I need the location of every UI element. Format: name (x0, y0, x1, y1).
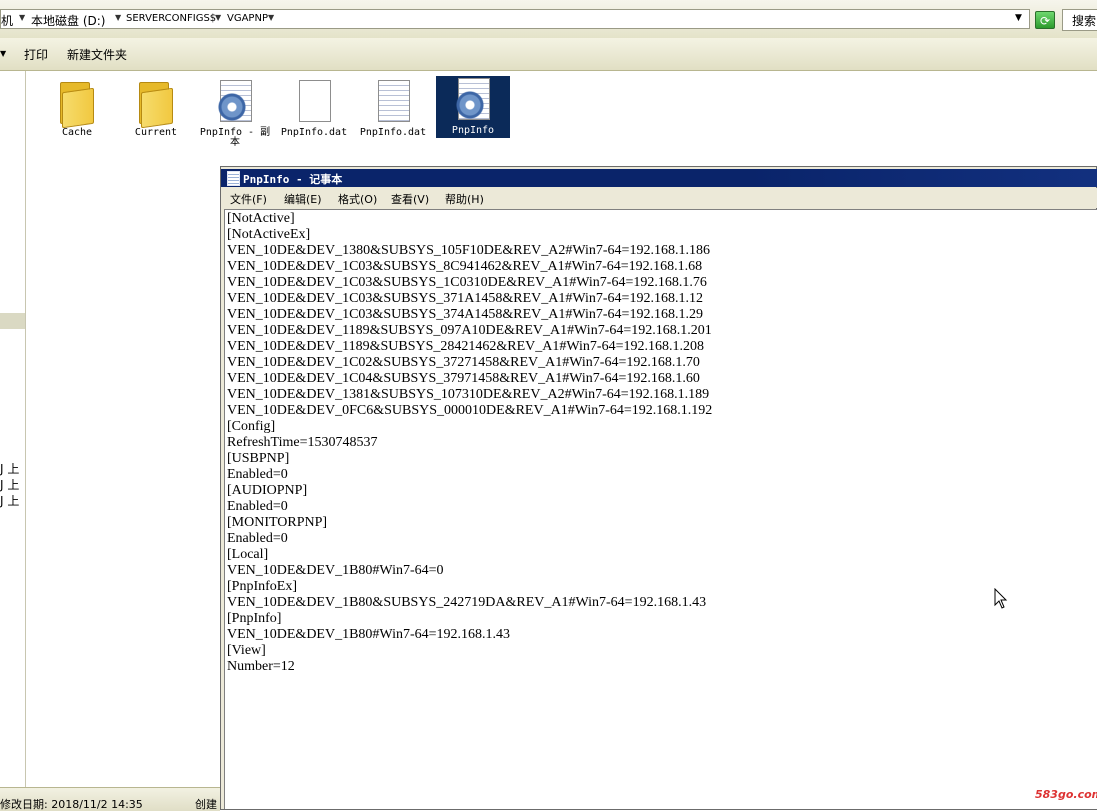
text-line: [NotActiveEx] (227, 227, 311, 242)
notepad-menubar: 文件(F) 编辑(E) 格式(O) 查看(V) 帮助(H) (221, 188, 1097, 208)
file-item-pnpinfo[interactable]: PnpInfo (436, 76, 510, 138)
text-line: [AUDIOPNP] (227, 483, 308, 498)
mouse-cursor-icon (994, 588, 1008, 609)
text-line: VEN_10DE&DEV_1B80#Win7-64=0 (227, 563, 444, 578)
text-line: [Local] (227, 547, 269, 562)
watermark: 583go.com (1035, 788, 1097, 801)
blank-file-icon (293, 78, 335, 126)
file-item-pnpinfo-dat-text[interactable]: PnpInfo.dat (356, 78, 430, 138)
navigation-pane[interactable]: J 上 J 上 J 上 (0, 71, 26, 787)
text-line: Enabled=0 (227, 467, 288, 482)
file-label: PnpInfo (451, 125, 495, 136)
breadcrumb-arrow-icon[interactable]: ▼ (268, 13, 274, 22)
nav-item-fragment[interactable]: J 上 (0, 460, 19, 477)
text-line: [PnpInfoEx] (227, 579, 297, 594)
menu-edit[interactable]: 编辑(E) (284, 191, 322, 207)
file-label: PnpInfo - 副本 (199, 127, 271, 148)
file-item-cache[interactable]: Cache (40, 78, 114, 138)
menu-help[interactable]: 帮助(H) (445, 191, 484, 207)
text-line: VEN_10DE&DEV_1189&SUBSYS_097A10DE&REV_A1… (227, 323, 712, 338)
status-bar: 修改日期: 2018/11/2 14:35 创建 (0, 787, 220, 811)
address-field[interactable]: 机 ▼ 本地磁盘 (D:) ▼ SERVERCONFIGS$ ▼ VGAPNP … (0, 9, 1030, 29)
text-line: [NotActive] (227, 211, 295, 226)
text-line: VEN_10DE&DEV_1C03&SUBSYS_371A1458&REV_A1… (227, 291, 703, 306)
file-item-current[interactable]: Current (119, 78, 193, 138)
text-line: VEN_10DE&DEV_1C04&SUBSYS_37971458&REV_A1… (227, 371, 700, 386)
text-line: [USBPNP] (227, 451, 290, 466)
text-line: RefreshTime=1530748537 (227, 435, 378, 450)
search-input[interactable]: 搜索 (1062, 9, 1097, 31)
text-line: VEN_10DE&DEV_1C03&SUBSYS_8C941462&REV_A1… (227, 259, 703, 274)
breadcrumb-arrow-icon[interactable]: ▼ (215, 13, 221, 22)
text-line: VEN_10DE&DEV_1C02&SUBSYS_37271458&REV_A1… (227, 355, 700, 370)
file-label: Cache (61, 127, 93, 138)
breadcrumb-serverconfigs[interactable]: SERVERCONFIGS$ (126, 13, 216, 24)
notepad-text-area[interactable]: [NotActive] [NotActiveEx] VEN_10DE&DEV_138… (224, 209, 1097, 809)
text-line: VEN_10DE&DEV_1C03&SUBSYS_374A1458&REV_A1… (227, 307, 703, 322)
breadcrumb-vgapnp[interactable]: VGAPNP (227, 13, 268, 24)
menu-file[interactable]: 文件(F) (230, 191, 267, 207)
menu-view[interactable]: 查看(V) (391, 191, 429, 207)
notepad-title: PnpInfo - 记事本 (243, 173, 343, 186)
file-item-pnpinfo-dat[interactable]: PnpInfo.dat (277, 78, 351, 138)
text-line: [Config] (227, 419, 276, 434)
breadcrumb-arrow-icon[interactable]: ▼ (19, 13, 25, 22)
breadcrumb-computer[interactable]: 机 (1, 12, 13, 29)
chevron-down-icon[interactable]: ▼ (0, 49, 6, 58)
text-line: [View] (227, 643, 266, 658)
new-folder-button[interactable]: 新建文件夹 (67, 46, 127, 63)
address-dropdown-icon[interactable]: ▼ (1015, 13, 1022, 23)
notepad-titlebar[interactable]: PnpInfo - 记事本 (221, 169, 1097, 187)
breadcrumb-arrow-icon[interactable]: ▼ (115, 13, 121, 22)
text-line: VEN_10DE&DEV_1189&SUBSYS_28421462&REV_A1… (227, 339, 704, 354)
text-line: VEN_10DE&DEV_1380&SUBSYS_105F10DE&REV_A2… (227, 243, 710, 258)
text-line: Enabled=0 (227, 531, 288, 546)
file-label: Current (134, 127, 178, 138)
text-line: VEN_10DE&DEV_1381&SUBSYS_107310DE&REV_A2… (227, 387, 710, 402)
text-line: [PnpInfo] (227, 611, 282, 626)
text-line: VEN_10DE&DEV_1B80#Win7-64=192.168.1.43 (227, 627, 511, 642)
folder-icon (56, 78, 98, 129)
notepad-icon[interactable] (227, 171, 240, 186)
nav-item-fragment[interactable]: J 上 (0, 476, 19, 493)
text-file-icon (372, 78, 414, 126)
breadcrumb-local-disk[interactable]: 本地磁盘 (D:) (31, 12, 105, 29)
text-line: Number=12 (227, 659, 295, 674)
folder-icon (135, 78, 177, 129)
notepad-window[interactable]: PnpInfo - 记事本 文件(F) 编辑(E) 格式(O) 查看(V) 帮助… (220, 166, 1097, 810)
file-label: PnpInfo.dat (359, 127, 427, 138)
config-file-icon (214, 78, 256, 126)
file-item-pnpinfo-copy[interactable]: PnpInfo - 副本 (198, 78, 272, 148)
text-line: [MONITORPNP] (227, 515, 328, 530)
text-line: VEN_10DE&DEV_1B80&SUBSYS_242719DA&REV_A1… (227, 595, 707, 610)
print-button[interactable]: 打印 (24, 46, 48, 63)
nav-item-fragment[interactable]: J 上 (0, 492, 19, 509)
file-label: PnpInfo.dat (280, 127, 348, 138)
refresh-icon: ⟳ (1039, 14, 1051, 28)
notepad-lines: [NotActive] [NotActiveEx] VEN_10DE&DEV_138… (227, 211, 712, 675)
refresh-button[interactable]: ⟳ (1035, 11, 1055, 29)
address-bar: 机 ▼ 本地磁盘 (D:) ▼ SERVERCONFIGS$ ▼ VGAPNP … (0, 0, 1097, 39)
config-file-icon (452, 76, 494, 124)
text-line: VEN_10DE&DEV_0FC6&SUBSYS_000010DE&REV_A1… (227, 403, 713, 418)
nav-selected-item[interactable] (0, 313, 25, 329)
text-line: VEN_10DE&DEV_1C03&SUBSYS_1C0310DE&REV_A1… (227, 275, 707, 290)
text-line: Enabled=0 (227, 499, 288, 514)
menu-format[interactable]: 格式(O) (338, 191, 377, 207)
toolbar: ▼ 打印 新建文件夹 (0, 38, 1097, 71)
